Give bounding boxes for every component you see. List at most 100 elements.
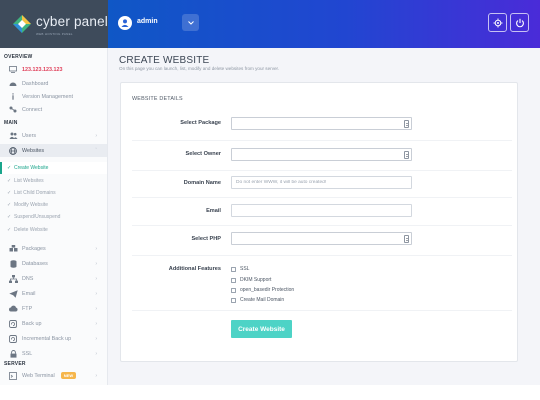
chevron-down-icon [187, 20, 194, 25]
mail-domain-checkbox[interactable]: Create Mail Domain [231, 297, 284, 303]
submenu-list-websites[interactable]: ✓ List Websites [0, 175, 107, 187]
chevron-right-icon: › [95, 260, 97, 267]
divider [132, 310, 512, 311]
php-select[interactable] [231, 232, 412, 245]
sidebar-item-label: Web Terminal [22, 372, 55, 379]
sidebar-item-ssl[interactable]: SSL › [0, 347, 107, 360]
submenu-child-domains[interactable]: ✓ List Child Domains [0, 187, 107, 199]
backup-icon [8, 334, 18, 343]
sidebar-item-websites[interactable]: Websites ˇ [0, 144, 107, 157]
submenu-modify-website[interactable]: ✓ Modify Website [0, 199, 107, 211]
sidebar-item-web-terminal[interactable]: Web Terminal NEW › [0, 369, 107, 382]
sidebar-item-ip[interactable]: 123.123.123.123 [0, 63, 107, 76]
sidebar-item-connect[interactable]: Connect [0, 103, 107, 116]
packages-icon [8, 245, 18, 253]
sidebar-item-dns[interactable]: DNS › [0, 272, 107, 285]
dashboard-icon [8, 80, 18, 88]
checkbox[interactable] [231, 277, 236, 283]
check-icon: ✓ [7, 190, 12, 196]
divider [132, 170, 512, 171]
sidebar-item-label: Version Management [22, 93, 73, 100]
sidebar-item-label: DNS [22, 275, 34, 282]
chevron-right-icon: › [95, 290, 97, 297]
main-content: CREATE WEBSITE On this page you can laun… [108, 48, 540, 385]
select-owner-label: Select Owner [185, 151, 221, 157]
check-icon: ✓ [7, 227, 12, 233]
logout-button[interactable] [510, 13, 529, 32]
chevron-right-icon: › [95, 132, 97, 139]
avatar[interactable] [118, 16, 132, 30]
openbasedir-checkbox[interactable]: open_basedir Protection [231, 287, 294, 293]
checkbox-label: SSL [240, 266, 250, 272]
page-title: CREATE WEBSITE [119, 55, 210, 66]
power-icon [515, 18, 524, 27]
chevron-right-icon: › [95, 335, 97, 342]
dkim-checkbox[interactable]: DKIM Support [231, 277, 271, 283]
sidebar-item-label: Users [22, 132, 37, 139]
domain-name-label: Domain Name [183, 180, 221, 186]
cloud-upload-icon [8, 305, 18, 313]
sidebar: OVERVIEW 123.123.123.123 Dashboard Versi… [0, 48, 108, 385]
checkbox-label: Create Mail Domain [240, 297, 285, 303]
sidebar-item-label: SSL [22, 350, 33, 357]
sidebar-item-email[interactable]: Email › [0, 287, 107, 300]
settings-button[interactable] [488, 13, 507, 32]
brand-tagline: WEB HOSTING PANEL [36, 31, 73, 36]
sidebar-item-databases[interactable]: Databases › [0, 257, 107, 270]
checkbox[interactable] [231, 287, 236, 293]
section-server: SERVER [4, 361, 26, 367]
info-icon [8, 93, 18, 101]
package-select[interactable] [231, 117, 412, 130]
check-icon: ✓ [7, 202, 12, 208]
checkbox[interactable] [231, 266, 236, 272]
create-website-button[interactable]: Create Website [231, 320, 292, 338]
submenu-delete-website[interactable]: ✓ Delete Website [0, 224, 107, 236]
brand[interactable]: cyber panel WEB HOSTING PANEL [0, 0, 108, 48]
dropdown-arrows-icon [404, 235, 409, 243]
owner-select[interactable] [231, 148, 412, 161]
gear-icon [493, 18, 502, 27]
checkbox[interactable] [231, 297, 236, 303]
user-menu-button[interactable] [182, 14, 199, 31]
backup-icon [8, 319, 18, 328]
sidebar-item-packages[interactable]: Packages › [0, 242, 107, 255]
submenu-label: Delete Website [14, 227, 48, 233]
sidebar-item-incremental-backup[interactable]: Incremental Back up › [0, 332, 107, 345]
sidebar-item-label: Back up [22, 320, 42, 327]
domain-name-input[interactable] [231, 176, 412, 189]
sidebar-item-users[interactable]: Users › [0, 129, 107, 142]
chevron-right-icon: › [95, 275, 97, 282]
sidebar-item-dashboard[interactable]: Dashboard [0, 77, 107, 90]
chevron-right-icon: › [95, 320, 97, 327]
cyberpanel-logo-icon [13, 15, 31, 33]
submenu-label: Create Website [14, 165, 49, 171]
ssl-checkbox[interactable]: SSL [231, 266, 249, 272]
sidebar-item-label: Websites [22, 147, 45, 154]
checkbox-label: open_basedir Protection [240, 287, 295, 293]
sidebar-item-label: Dashboard [22, 80, 49, 87]
divider [132, 255, 512, 256]
select-package-label: Select Package [180, 120, 221, 126]
sidebar-item-ftp[interactable]: FTP › [0, 302, 107, 315]
check-icon: ✓ [7, 165, 12, 171]
database-icon [8, 259, 18, 268]
select-php-label: Select PHP [191, 236, 221, 242]
chevron-right-icon: › [95, 372, 97, 379]
submenu-create-website[interactable]: ✓ Create Website [0, 162, 107, 174]
sidebar-item-version[interactable]: Version Management [0, 90, 107, 103]
email-input[interactable] [231, 204, 412, 217]
divider [132, 140, 512, 141]
page-subtitle: On this page you can launch, list, modif… [119, 66, 280, 71]
sidebar-item-backup[interactable]: Back up › [0, 317, 107, 330]
section-main: MAIN [4, 120, 18, 126]
collapse-sidebar-icon[interactable]: ‹ [98, 18, 101, 28]
username[interactable]: admin [137, 18, 158, 25]
chevron-right-icon: › [95, 305, 97, 312]
submenu-suspend[interactable]: ✓ Suspend/Unsuspend [0, 211, 107, 223]
lock-icon [8, 349, 18, 358]
check-icon: ✓ [7, 178, 12, 184]
server-ip: 123.123.123.123 [22, 66, 63, 73]
terminal-icon [8, 371, 18, 380]
user-icon [121, 19, 129, 27]
check-icon: ✓ [7, 214, 12, 220]
